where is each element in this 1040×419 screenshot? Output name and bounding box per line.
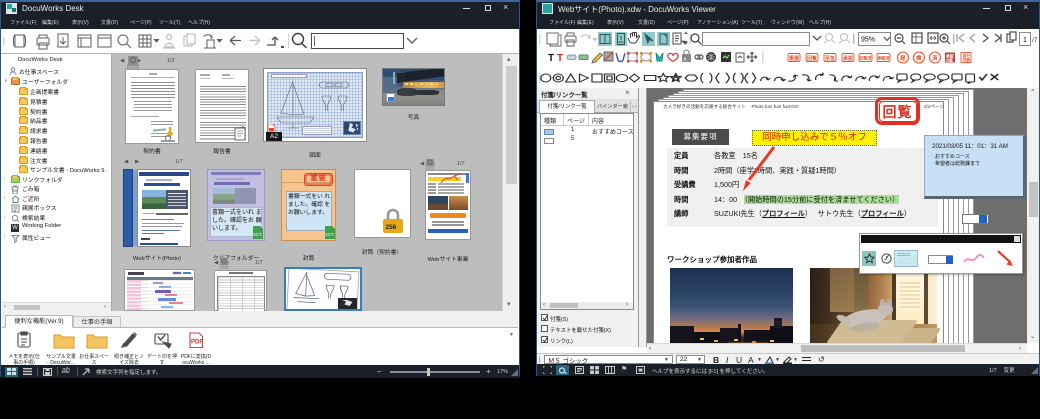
svg-text:承認済: 承認済	[877, 55, 890, 61]
svg-text:重要: 重要	[789, 55, 799, 62]
svg-text:秘: 秘	[900, 54, 906, 62]
svg-text:印鑑: 印鑑	[946, 58, 953, 63]
svg-text:XCT: XCT	[325, 232, 334, 237]
svg-text:自分: 自分	[963, 53, 971, 58]
svg-text:/7: /7	[1032, 37, 1038, 44]
svg-text:a: a	[684, 57, 687, 63]
svg-text:承認: 承認	[842, 55, 853, 62]
svg-text:XCT: XCT	[253, 232, 262, 237]
svg-text:1: 1	[1023, 37, 1027, 44]
svg-text:95%: 95%	[861, 37, 875, 44]
svg-text:回覧済: 回覧済	[860, 55, 872, 61]
svg-text:検: 検	[916, 54, 922, 62]
svg-text:回覧: 回覧	[807, 55, 817, 62]
svg-text:T: T	[557, 53, 563, 64]
svg-text:256: 256	[386, 224, 397, 231]
svg-text:印刷: 印刷	[963, 57, 971, 62]
svg-text:至急: 至急	[825, 55, 835, 62]
svg-text:済: 済	[932, 54, 938, 62]
svg-text:T: T	[548, 53, 554, 64]
svg-text:PDF: PDF	[191, 340, 203, 346]
